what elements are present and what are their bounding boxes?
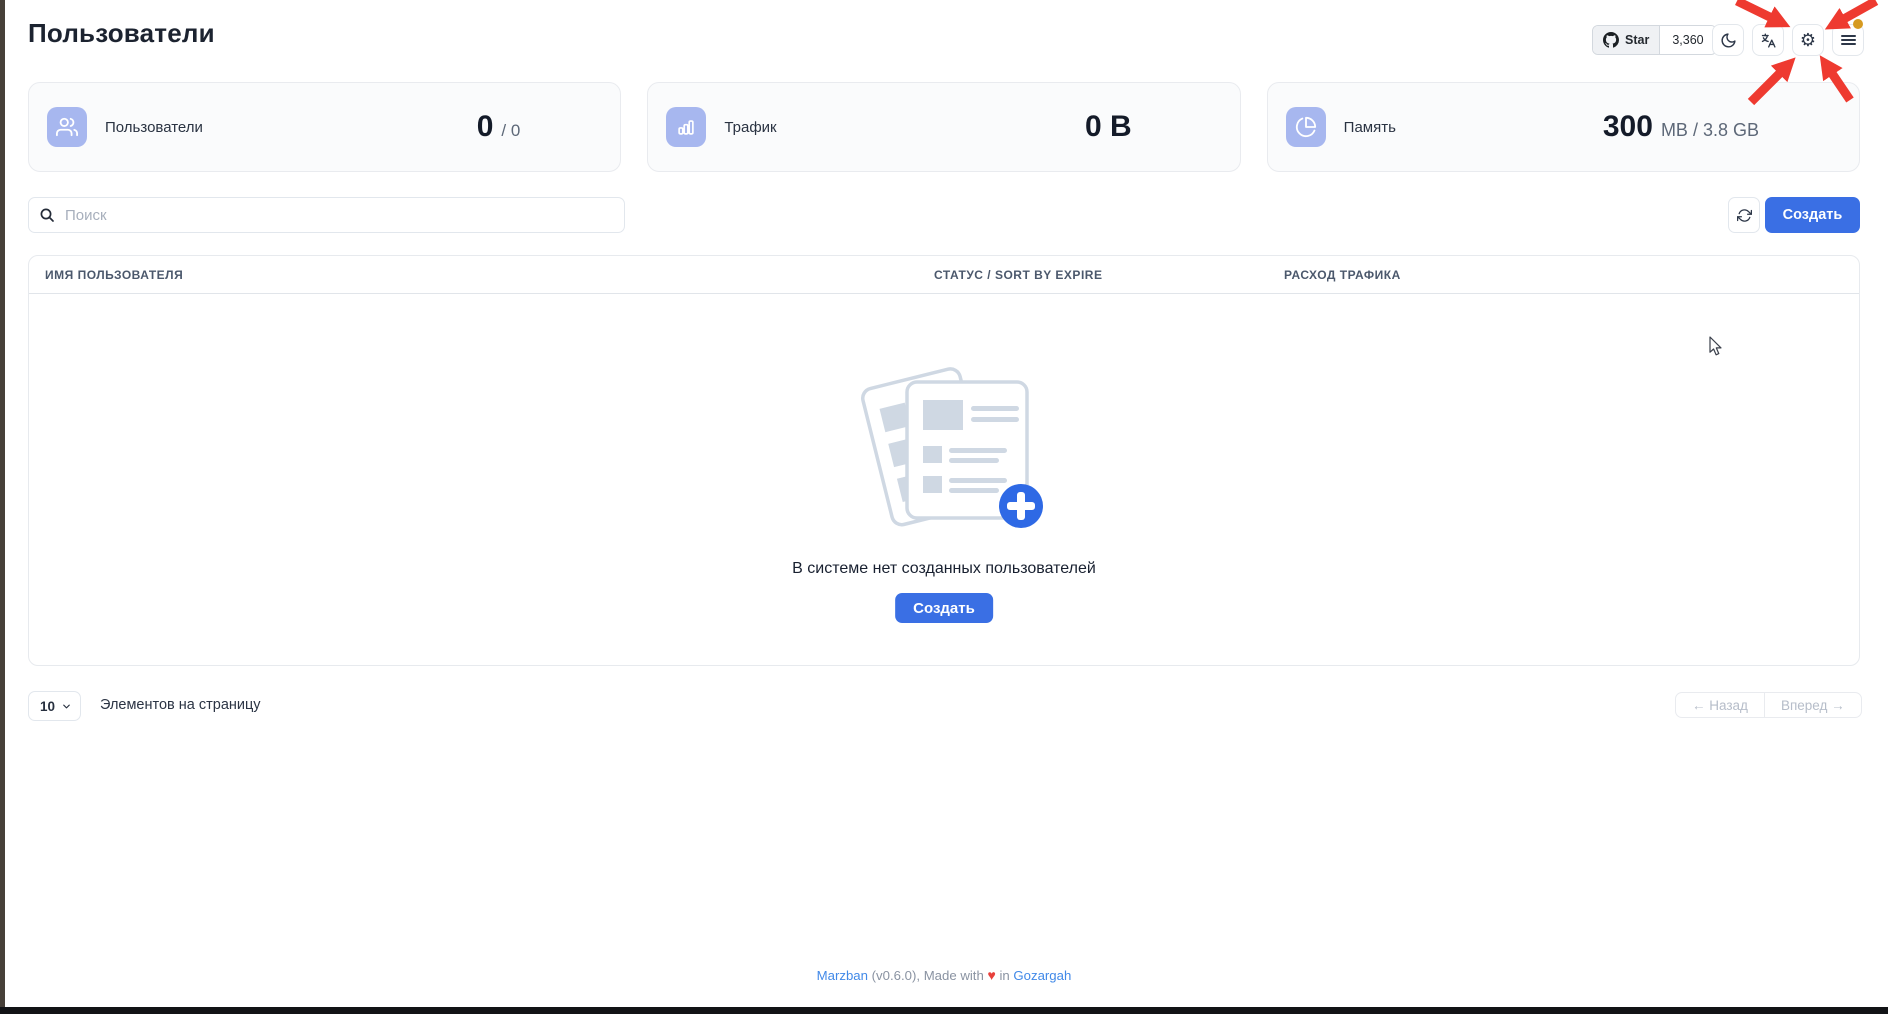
github-star-label: Star: [1625, 33, 1649, 47]
hamburger-icon: [1841, 35, 1863, 45]
window-left-edge: [0, 0, 5, 1014]
stats-row: Пользователи 0 / 0 Трафик 0 B Память 300: [28, 82, 1860, 172]
pagination-nav: ← Назад Вперед →: [1675, 692, 1862, 718]
chevron-down-icon: [61, 701, 72, 712]
github-star-count[interactable]: 3,360: [1660, 26, 1715, 54]
stat-value: 0: [477, 110, 494, 144]
footer-org-link[interactable]: Gozargah: [1013, 968, 1071, 983]
empty-create-button[interactable]: Создать: [895, 593, 993, 623]
empty-docs-illustration: [845, 350, 1045, 535]
github-mark-icon: [1603, 32, 1619, 48]
github-star-button[interactable]: Star: [1593, 26, 1660, 54]
page-size-select[interactable]: 10: [28, 691, 81, 721]
column-header-status-sort[interactable]: СТАТУС / SORT BY EXPIRE: [934, 256, 1102, 294]
arrow-top-left: [1737, 1, 1782, 23]
settings-button[interactable]: ⚙: [1792, 24, 1824, 56]
translate-icon: [1760, 32, 1777, 49]
stat-label: Трафик: [724, 119, 776, 136]
empty-state-message: В системе нет созданных пользователей: [0, 560, 1888, 578]
memory-pie-icon: [1286, 107, 1326, 147]
footer-app-link[interactable]: Marzban: [817, 968, 868, 983]
stat-label: Пользователи: [105, 119, 203, 136]
gear-icon: ⚙: [1800, 31, 1816, 49]
stat-value: 0 B: [1085, 110, 1132, 144]
heart-icon: ♥: [987, 967, 995, 983]
stat-value: 300: [1603, 110, 1653, 144]
search-box: [28, 197, 625, 233]
table-header-row: ИМЯ ПОЛЬЗОВАТЕЛЯ СТАТУС / SORT BY EXPIRE…: [29, 256, 1859, 294]
stat-label: Память: [1344, 119, 1396, 136]
footer-middle-text: (v0.6.0), Made with: [872, 968, 984, 983]
add-plus-icon: [999, 484, 1043, 528]
page-title: Пользователи: [28, 18, 215, 49]
github-star-widget: Star 3,360: [1592, 25, 1717, 55]
column-header-traffic[interactable]: РАСХОД ТРАФИКА: [1284, 256, 1401, 294]
stat-card-traffic: Трафик 0 B: [647, 82, 1240, 172]
users-icon: [47, 107, 87, 147]
moon-icon: [1720, 32, 1737, 49]
footer: Marzban (v0.6.0), Made with ♥ in Gozarga…: [0, 967, 1888, 983]
theme-toggle-button[interactable]: [1712, 24, 1744, 56]
search-input[interactable]: [63, 206, 614, 225]
app-window: Пользователи Star 3,360 ⚙ Пользователи: [0, 0, 1888, 1014]
search-icon: [39, 207, 55, 223]
notification-dot: [1853, 19, 1863, 29]
create-button[interactable]: Создать: [1765, 197, 1860, 233]
next-page-button[interactable]: Вперед →: [1764, 692, 1862, 718]
language-button[interactable]: [1752, 24, 1784, 56]
stat-card-memory: Память 300 MB / 3.8 GB: [1267, 82, 1860, 172]
refresh-icon: [1737, 208, 1752, 223]
traffic-bars-icon: [666, 107, 706, 147]
column-header-username[interactable]: ИМЯ ПОЛЬЗОВАТЕЛЯ: [45, 256, 183, 294]
refresh-button[interactable]: [1728, 197, 1760, 233]
stat-card-users: Пользователи 0 / 0: [28, 82, 621, 172]
per-page-label: Элементов на страницу: [100, 697, 261, 713]
stat-suffix: MB / 3.8 GB: [1661, 120, 1759, 141]
window-bottom-edge: [0, 1007, 1888, 1014]
stat-suffix: / 0: [501, 121, 520, 141]
prev-page-button[interactable]: ← Назад: [1675, 692, 1765, 718]
footer-in-text: in: [999, 968, 1009, 983]
